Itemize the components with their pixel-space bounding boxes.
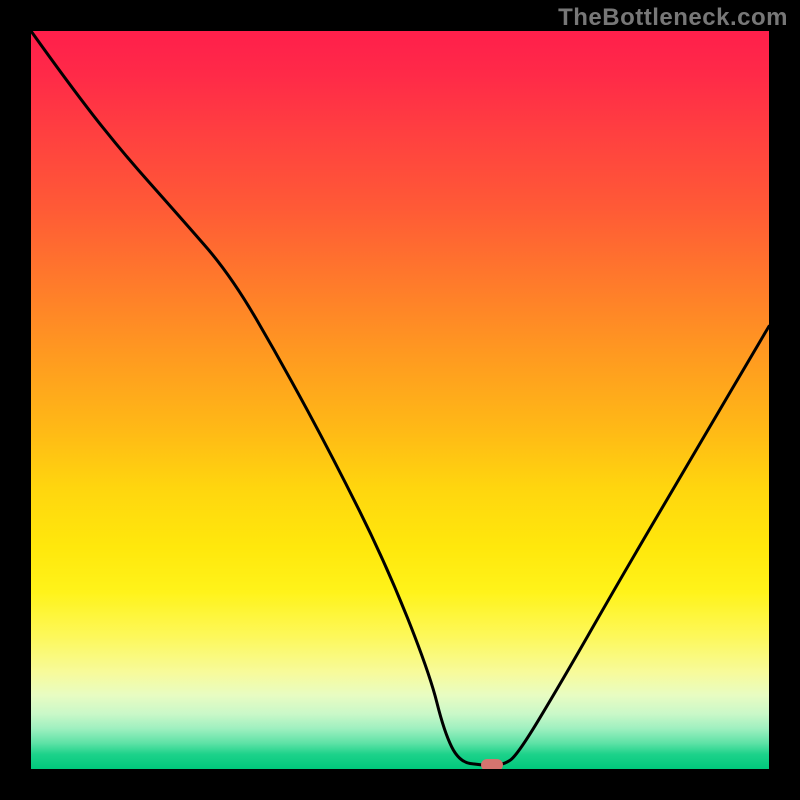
optimum-marker xyxy=(481,759,503,769)
curve-svg xyxy=(31,31,769,769)
bottleneck-curve-path xyxy=(31,31,769,765)
chart-frame: TheBottleneck.com xyxy=(0,0,800,800)
plot-area xyxy=(31,31,769,769)
watermark-text: TheBottleneck.com xyxy=(558,4,788,32)
